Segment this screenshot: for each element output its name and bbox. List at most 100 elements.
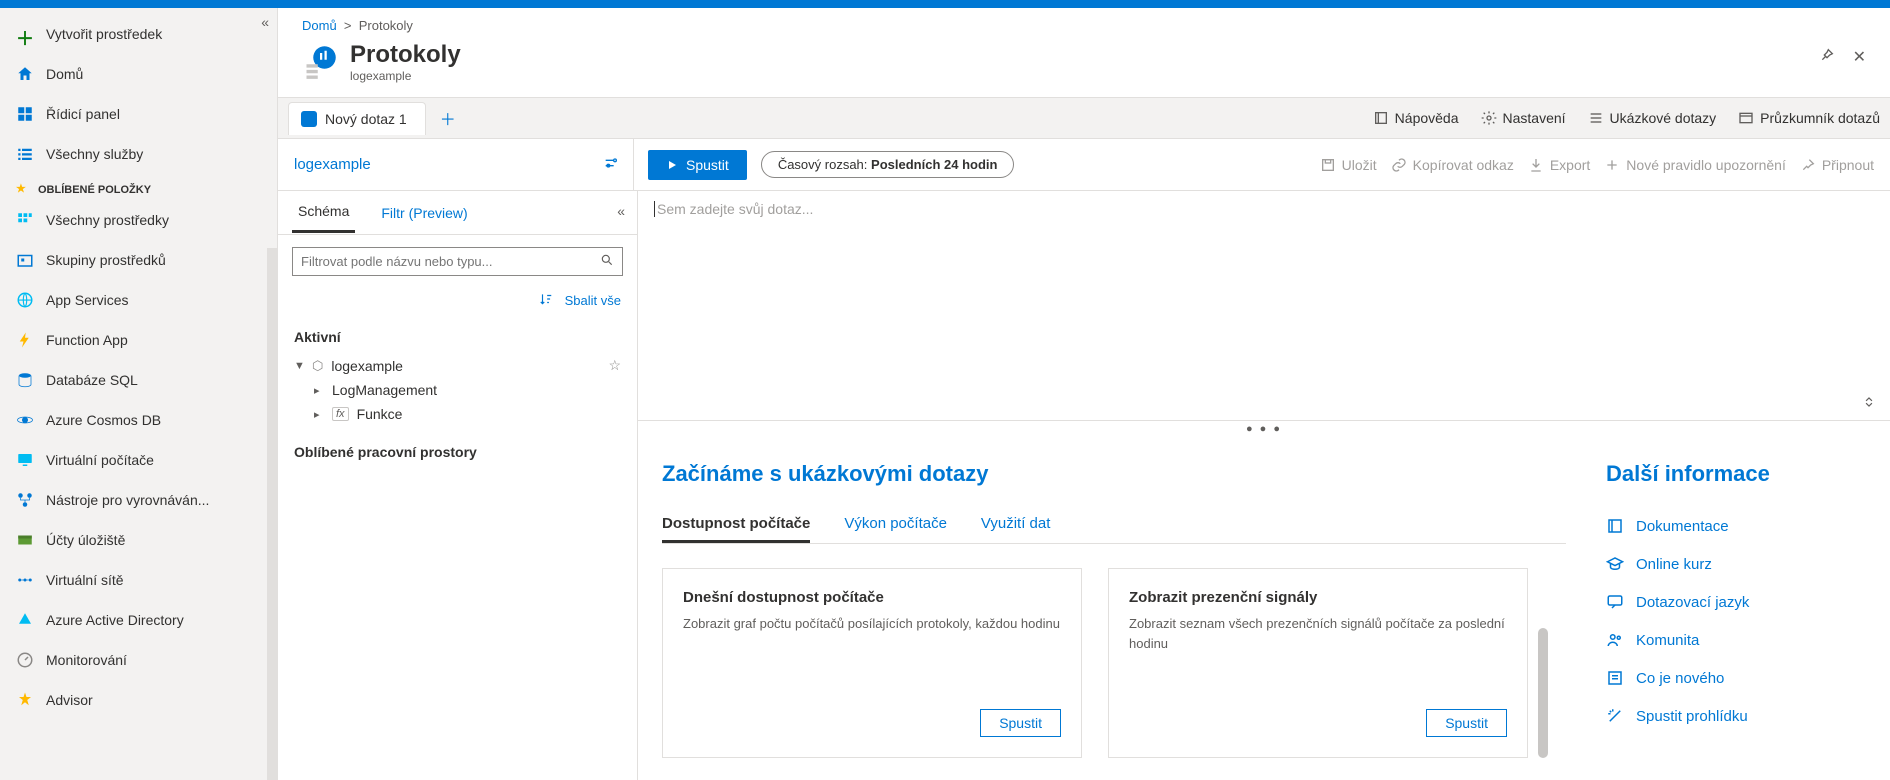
nav-function-app[interactable]: Function App <box>0 320 277 360</box>
nav-virtual-machines[interactable]: Virtuální počítače <box>0 440 277 480</box>
tab-label: Nový dotaz 1 <box>325 111 407 127</box>
pin-button[interactable]: Připnout <box>1800 157 1874 173</box>
collapse-all-link[interactable]: Sbalit vše <box>565 293 621 308</box>
nav-virtual-networks[interactable]: Virtuální sítě <box>0 560 277 600</box>
nav-load-balancers[interactable]: Nástroje pro vyrovnáván... <box>0 480 277 520</box>
favorites-header: ★ OBLÍBENÉ POLOŽKY <box>0 174 277 200</box>
nav-resource-groups[interactable]: Skupiny prostředků <box>0 240 277 280</box>
nav-home[interactable]: Domů <box>0 54 277 94</box>
star-icon: ★ <box>16 182 26 195</box>
sample-tab-usage[interactable]: Využití dat <box>981 507 1050 543</box>
link-online-course[interactable]: Online kurz <box>1606 545 1866 583</box>
tree-label: logexample <box>331 358 403 374</box>
link-query-language[interactable]: Dotazovací jazyk <box>1606 583 1866 621</box>
link-whats-new[interactable]: Co je nového <box>1606 659 1866 697</box>
sort-icon[interactable] <box>539 292 553 309</box>
nav-label: Domů <box>46 66 83 82</box>
main-content: Domů > Protokoly Protokoly logexample ✕ <box>278 8 1890 780</box>
run-button[interactable]: Spustit <box>648 150 747 180</box>
new-alert-button[interactable]: Nové pravidlo upozornění <box>1604 157 1786 173</box>
nav-app-services[interactable]: App Services <box>0 280 277 320</box>
nav-label: Virtuální sítě <box>46 572 124 588</box>
sample-tab-performance[interactable]: Výkon počítače <box>844 507 947 543</box>
tab-indicator-icon <box>301 111 317 127</box>
monitor-icon <box>16 451 34 469</box>
wand-icon <box>1606 707 1624 725</box>
cards-scrollbar[interactable] <box>1538 628 1548 758</box>
storage-icon <box>16 531 34 549</box>
nav-label: Databáze SQL <box>46 372 138 388</box>
filter-tab[interactable]: Filtr (Preview) <box>375 194 473 232</box>
panel-collapse-icon[interactable]: « <box>617 203 625 219</box>
caret-right-icon: ▸ <box>314 384 324 397</box>
schema-filter-input[interactable] <box>292 247 623 276</box>
schema-tab[interactable]: Schéma <box>292 192 355 233</box>
nav-label: Vytvořit prostředek <box>46 26 162 42</box>
book-icon <box>1606 517 1624 535</box>
workspace-selector[interactable]: logexample <box>294 139 634 190</box>
network-icon <box>16 571 34 589</box>
breadcrumb: Domů > Protokoly <box>278 8 1890 37</box>
tree-logmanagement[interactable]: ▸ LogManagement <box>294 378 621 402</box>
link-community[interactable]: Komunita <box>1606 621 1866 659</box>
close-icon[interactable]: ✕ <box>1853 47 1866 68</box>
nav-monitoring[interactable]: Monitorování <box>0 640 277 680</box>
query-tab-1[interactable]: Nový dotaz 1 <box>288 102 426 135</box>
editor-collapse-icon[interactable] <box>1862 395 1876 412</box>
nav-cosmos-db[interactable]: Azure Cosmos DB <box>0 400 277 440</box>
fx-icon: fx <box>332 407 349 421</box>
nav-label: Účty úložiště <box>46 532 125 548</box>
time-range-selector[interactable]: Časový rozsah: Posledních 24 hodin <box>761 151 1015 178</box>
nav-azure-ad[interactable]: Azure Active Directory <box>0 600 277 640</box>
link-documentation[interactable]: Dokumentace <box>1606 507 1866 545</box>
query-editor[interactable]: Sem zadejte svůj dotaz... <box>638 191 1890 421</box>
filter-field[interactable] <box>301 254 600 269</box>
add-tab-button[interactable]: ＋ <box>426 106 470 130</box>
star-outline-icon[interactable]: ☆ <box>608 357 621 374</box>
settings-button[interactable]: Nastavení <box>1481 110 1566 126</box>
breadcrumb-current: Protokoly <box>359 18 413 33</box>
nav-sql-database[interactable]: Databáze SQL <box>0 360 277 400</box>
nav-advisor[interactable]: Advisor <box>0 680 277 720</box>
azure-ad-icon <box>16 611 34 629</box>
nav-all-resources[interactable]: Všechny prostředky <box>0 200 277 240</box>
page-title: Protokoly <box>350 41 461 69</box>
grid-icon <box>16 211 34 229</box>
breadcrumb-home[interactable]: Domů <box>302 18 337 33</box>
tree-functions[interactable]: ▸ fx Funkce <box>294 402 621 426</box>
tree-workspace[interactable]: ▼ ⬡ logexample ☆ <box>294 353 621 378</box>
query-explorer-button[interactable]: Průzkumník dotazů <box>1738 110 1880 126</box>
nav-storage-accounts[interactable]: Účty úložiště <box>0 520 277 560</box>
card-run-button[interactable]: Spustit <box>980 709 1061 737</box>
logs-icon <box>302 44 338 80</box>
card-desc: Zobrazit graf počtu počítačů posílajícíc… <box>683 614 1061 709</box>
card-run-button[interactable]: Spustit <box>1426 709 1507 737</box>
resize-handle[interactable]: ● ● ● <box>638 421 1890 437</box>
card-desc: Zobrazit seznam všech prezenčních signál… <box>1129 614 1507 709</box>
copy-link-button[interactable]: Kopírovat odkaz <box>1391 157 1514 173</box>
nav-all-services[interactable]: Všechny služby <box>0 134 277 174</box>
globe-icon <box>16 291 34 309</box>
sidebar-collapse-icon[interactable]: « <box>261 14 269 30</box>
nav-create-resource[interactable]: ＋ Vytvořit prostředek <box>0 14 277 54</box>
moreinfo-heading: Další informace <box>1606 461 1866 487</box>
people-icon <box>1606 631 1624 649</box>
sample-tab-availability[interactable]: Dostupnost počítače <box>662 507 810 543</box>
link-start-tour[interactable]: Spustit prohlídku <box>1606 697 1866 735</box>
nav-label: Azure Active Directory <box>46 612 184 628</box>
help-button[interactable]: Nápověda <box>1373 110 1459 126</box>
pin-icon[interactable] <box>1819 47 1835 68</box>
caret-right-icon: ▸ <box>314 408 324 421</box>
dashboard-icon <box>16 105 34 123</box>
nav-label: App Services <box>46 292 128 308</box>
nav-dashboard[interactable]: Řídicí panel <box>0 94 277 134</box>
sample-queries-button[interactable]: Ukázkové dotazy <box>1588 110 1717 126</box>
sidebar-scrollbar[interactable] <box>267 248 277 780</box>
export-button[interactable]: Export <box>1528 157 1590 173</box>
card-title: Zobrazit prezenční signály <box>1129 589 1507 606</box>
balance-icon <box>16 491 34 509</box>
nav-label: Advisor <box>46 692 93 708</box>
schema-panel: Schéma Filtr (Preview) « Sbalit vše <box>278 191 638 780</box>
save-button[interactable]: Uložit <box>1320 157 1377 173</box>
tree-label: Funkce <box>357 406 403 422</box>
